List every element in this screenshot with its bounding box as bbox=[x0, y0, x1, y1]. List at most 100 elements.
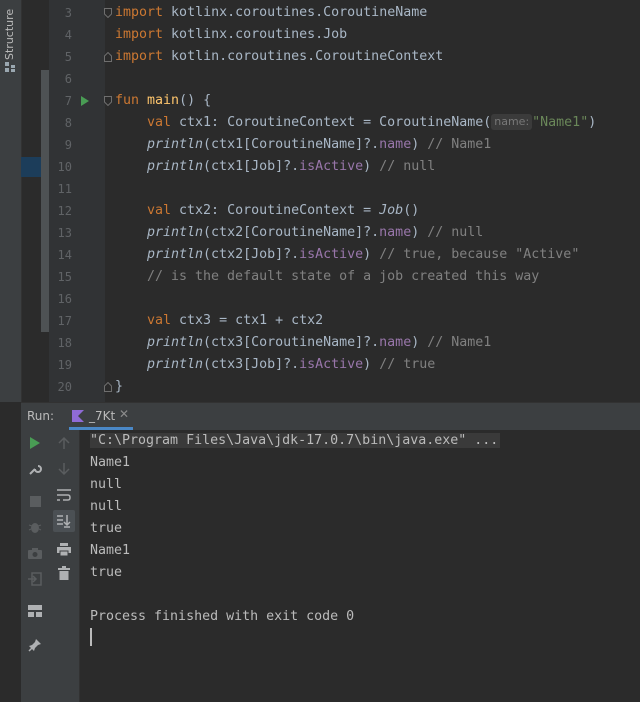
line-number: 6 bbox=[64, 72, 72, 86]
comment: // true, because "Active" bbox=[379, 247, 580, 262]
function-call: Job bbox=[379, 203, 404, 218]
console-line: true bbox=[90, 565, 123, 580]
code-line: println(ctx3[Job]?.isActive) // true bbox=[147, 354, 435, 376]
pin-icon[interactable] bbox=[26, 636, 44, 654]
keyword: import bbox=[115, 49, 164, 64]
code-line: val ctx1: CoroutineContext = CoroutineNa… bbox=[147, 112, 596, 134]
run-toolbar-primary bbox=[21, 430, 49, 702]
wrench-icon[interactable] bbox=[26, 460, 44, 478]
code-text: (ctx2[Job]?. bbox=[203, 247, 300, 262]
comment: // null bbox=[379, 159, 436, 174]
keyword: val bbox=[147, 203, 172, 218]
close-icon[interactable]: ✕ bbox=[119, 407, 129, 421]
code-text: (ctx2[CoroutineName]?. bbox=[203, 225, 380, 240]
console-line: Name1 bbox=[90, 543, 131, 558]
text-caret bbox=[90, 628, 92, 646]
code-line: import kotlinx.coroutines.CoroutineName bbox=[115, 2, 427, 24]
camera-icon[interactable] bbox=[26, 544, 44, 562]
code-text: ) bbox=[411, 225, 428, 240]
code-text: } bbox=[115, 379, 124, 394]
line-number: 20 bbox=[57, 380, 72, 394]
property: name bbox=[379, 225, 412, 240]
code-line: println(ctx3[CoroutineName]?.name) // Na… bbox=[147, 332, 491, 354]
code-text: (ctx1[CoroutineName]?. bbox=[203, 137, 380, 152]
line-number: 10 bbox=[57, 160, 72, 174]
run-tool-window-header: Run: _7Kt ✕ bbox=[21, 402, 640, 431]
trash-icon[interactable] bbox=[55, 564, 73, 582]
keyword: val bbox=[147, 313, 172, 328]
editor-scroll-marker[interactable] bbox=[41, 70, 49, 332]
down-arrow-icon[interactable] bbox=[55, 460, 73, 478]
line-number: 14 bbox=[57, 248, 72, 262]
code-text: ctx1: CoroutineContext = CoroutineName( bbox=[171, 115, 492, 130]
code-text: () { bbox=[179, 93, 212, 108]
code-text: ) bbox=[363, 159, 380, 174]
console-line: Name1 bbox=[90, 455, 131, 470]
run-console-output[interactable]: "C:\Program Files\Java\jdk-17.0.7\bin\ja… bbox=[80, 430, 640, 702]
property: name bbox=[379, 335, 412, 350]
structure-tab-label[interactable]: Structure bbox=[3, 8, 16, 60]
run-toolbar-secondary bbox=[49, 430, 80, 702]
line-number: 8 bbox=[64, 116, 72, 130]
fold-icon[interactable] bbox=[104, 52, 112, 62]
print-icon[interactable] bbox=[55, 540, 73, 558]
keyword: val bbox=[147, 115, 172, 130]
code-text: (ctx3[Job]?. bbox=[203, 357, 300, 372]
fold-icon[interactable] bbox=[104, 96, 112, 106]
process-finished-message: Process finished with exit code 0 bbox=[90, 609, 355, 624]
console-line: null bbox=[90, 499, 123, 514]
line-number: 16 bbox=[57, 292, 72, 306]
code-line: val ctx2: CoroutineContext = Job() bbox=[147, 200, 419, 222]
run-gutter-icon[interactable] bbox=[81, 96, 89, 106]
line-number: 12 bbox=[57, 204, 72, 218]
code-line: println(ctx2[CoroutineName]?.name) // nu… bbox=[147, 222, 483, 244]
structure-icon[interactable] bbox=[5, 62, 16, 72]
function-call: println bbox=[147, 357, 204, 372]
line-number: 17 bbox=[57, 314, 72, 328]
parameter-hint: name: bbox=[491, 114, 533, 130]
code-text: ) bbox=[411, 335, 428, 350]
fold-icon[interactable] bbox=[104, 8, 112, 18]
code-line: println(ctx2[Job]?.isActive) // true, be… bbox=[147, 244, 579, 266]
soft-wrap-icon[interactable] bbox=[55, 486, 73, 504]
run-label: Run: bbox=[27, 409, 55, 423]
function-call: println bbox=[147, 335, 204, 350]
fold-icon[interactable] bbox=[104, 382, 112, 392]
comment: // Name1 bbox=[427, 137, 492, 152]
line-number: 15 bbox=[57, 270, 72, 284]
comment: // is the default state of a job created… bbox=[147, 269, 540, 284]
console-line: true bbox=[90, 521, 123, 536]
code-text: ) bbox=[588, 115, 597, 130]
up-arrow-icon[interactable] bbox=[55, 434, 73, 452]
comment: // null bbox=[427, 225, 484, 240]
code-line: import kotlinx.coroutines.Job bbox=[115, 24, 347, 46]
function-call: println bbox=[147, 247, 204, 262]
code-text: ) bbox=[411, 137, 428, 152]
line-number: 5 bbox=[64, 50, 72, 64]
code-text: ) bbox=[363, 357, 380, 372]
property: isActive bbox=[299, 159, 364, 174]
rerun-icon[interactable] bbox=[26, 434, 44, 452]
stop-icon[interactable] bbox=[26, 492, 44, 510]
run-tab[interactable]: _7Kt ✕ bbox=[69, 403, 133, 430]
scroll-to-end-icon[interactable] bbox=[53, 510, 75, 532]
run-tab-label: _7Kt bbox=[89, 409, 116, 423]
comment: // true bbox=[379, 357, 436, 372]
function-name: main bbox=[139, 93, 180, 108]
console-command-line: "C:\Program Files\Java\jdk-17.0.7\bin\ja… bbox=[90, 430, 501, 452]
line-number: 13 bbox=[57, 226, 72, 240]
code-text: () bbox=[403, 203, 420, 218]
console-line: null bbox=[90, 477, 123, 492]
layout-icon[interactable] bbox=[26, 602, 44, 620]
property: isActive bbox=[299, 357, 364, 372]
keyword: fun bbox=[115, 93, 140, 108]
code-line: println(ctx1[Job]?.isActive) // null bbox=[147, 156, 435, 178]
code-editor[interactable]: import kotlinx.coroutines.CoroutineName … bbox=[115, 0, 640, 402]
line-number: 11 bbox=[57, 182, 72, 196]
line-number: 4 bbox=[64, 28, 72, 42]
code-text: (ctx1[Job]?. bbox=[203, 159, 300, 174]
exit-icon[interactable] bbox=[26, 570, 44, 588]
debug-icon[interactable] bbox=[26, 518, 44, 536]
code-text: kotlinx.coroutines.Job bbox=[163, 27, 348, 42]
code-text: ) bbox=[363, 247, 380, 262]
